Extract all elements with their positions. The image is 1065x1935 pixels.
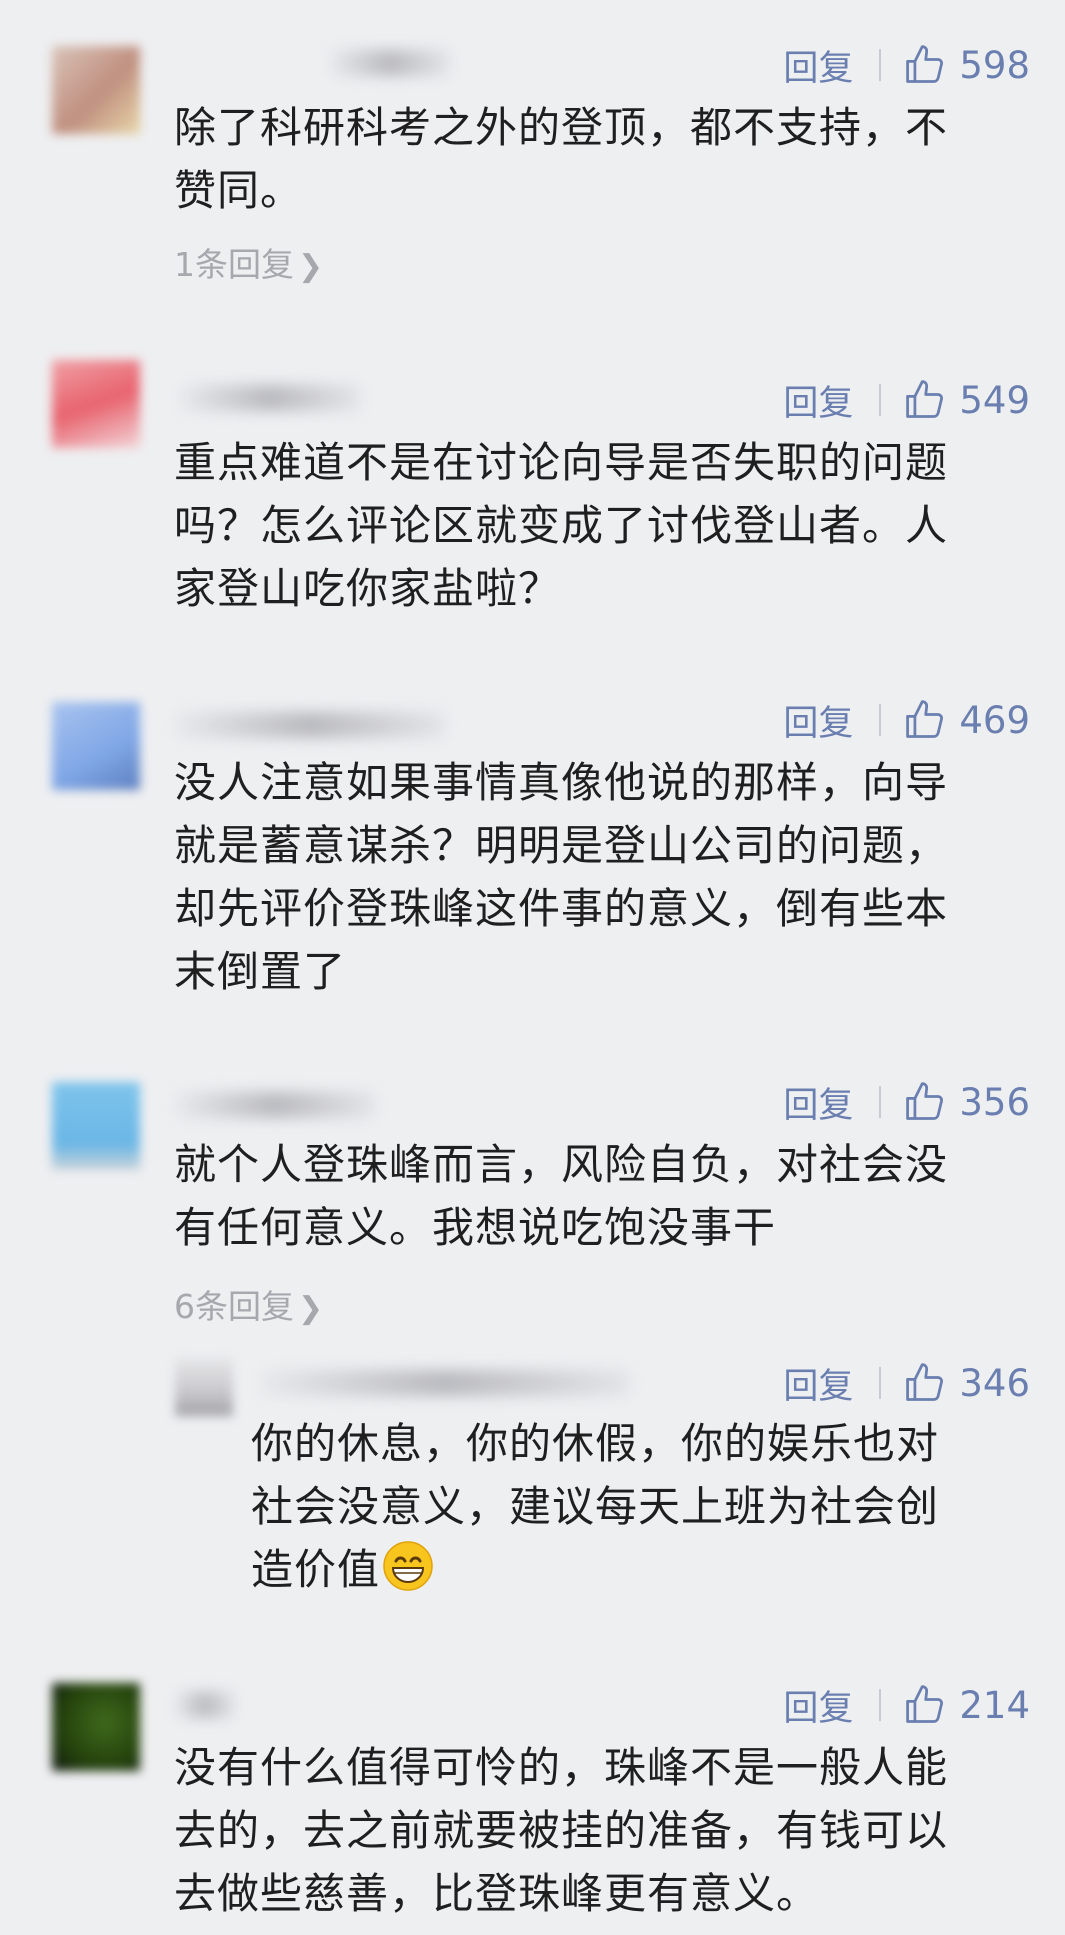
like-count: 549	[959, 378, 1030, 422]
thumbs-up-icon	[906, 1363, 944, 1401]
text-line: 去的，去之前就要被挂的准备，有钱可以	[174, 1806, 949, 1855]
like-count: 346	[959, 1361, 1030, 1405]
text-line: 除了科研科考之外的登顶，都不支持，不	[174, 103, 949, 152]
reply-button[interactable]: 回复	[783, 375, 853, 426]
like-button[interactable]: 549	[903, 378, 1030, 422]
comment-text: 你的休息，你的休假，你的娱乐也对 社会没意义，建议每天上班为社会创 造价值	[251, 1412, 1011, 1601]
avatar[interactable]	[52, 360, 140, 448]
text-line: 却先评价登珠峰这件事的意义，倒有些本	[174, 884, 949, 933]
like-button[interactable]: 356	[903, 1080, 1030, 1124]
divider	[879, 704, 882, 736]
divider	[879, 1689, 882, 1721]
like-button[interactable]: 214	[903, 1683, 1030, 1727]
text-line: 末倒置了	[174, 947, 347, 996]
comment-actions: 回复 549	[783, 375, 1030, 425]
divider	[879, 1086, 882, 1118]
comment-text: 就个人登珠峰而言，风险自负，对社会没 有任何意义。我想说吃饱没事干	[174, 1133, 1024, 1259]
replies-count: 1条回复	[174, 245, 294, 284]
username[interactable]	[175, 712, 445, 738]
text-line: 社会没意义，建议每天上班为社会创	[251, 1482, 940, 1531]
reply-button[interactable]: 回复	[783, 1358, 853, 1409]
text-line: 重点难道不是在讨论向导是否失职的问题	[174, 438, 949, 487]
text-line: 没有什么值得可怜的，珠峰不是一般人能	[174, 1743, 949, 1792]
username[interactable]	[175, 1092, 375, 1118]
like-button[interactable]: 469	[903, 698, 1030, 742]
comment-actions: 回复 598	[783, 40, 1030, 90]
reply-button[interactable]: 回复	[783, 1077, 853, 1128]
grinning-face-icon	[383, 1541, 433, 1591]
like-count: 469	[959, 698, 1030, 742]
divider	[879, 1367, 882, 1399]
comment-text: 重点难道不是在讨论向导是否失职的问题 吗？怎么评论区就变成了讨伐登山者。人 家登…	[174, 431, 1024, 620]
thumbs-up-icon	[906, 1082, 944, 1120]
thumbs-up-icon	[906, 45, 944, 83]
text-line: 赞同。	[174, 166, 304, 215]
like-count: 356	[959, 1080, 1030, 1124]
text-line: 家登山吃你家盐啦？	[174, 564, 562, 613]
avatar[interactable]	[52, 1683, 140, 1771]
like-count: 598	[959, 43, 1030, 87]
chevron-right-icon: ❯	[298, 1291, 324, 1326]
reply-button[interactable]: 回复	[783, 695, 853, 746]
avatar[interactable]	[175, 1358, 233, 1416]
thumbs-up-icon	[906, 700, 944, 738]
comment-text: 没人注意如果事情真像他说的那样，向导 就是蓄意谋杀？明明是登山公司的问题， 却先…	[174, 751, 1024, 1003]
comment-actions: 回复 356	[783, 1077, 1030, 1127]
reply-button[interactable]: 回复	[783, 40, 853, 91]
text-line: 就个人登珠峰而言，风险自负，对社会没	[174, 1140, 949, 1189]
text-line-content: 造价值	[251, 1545, 381, 1594]
comment-text: 没有什么值得可怜的，珠峰不是一般人能 去的，去之前就要被挂的准备，有钱可以 去做…	[174, 1736, 1024, 1925]
comment-actions: 回复 469	[783, 695, 1030, 745]
divider	[879, 49, 882, 81]
avatar[interactable]	[52, 46, 140, 134]
text-line: 有任何意义。我想说吃饱没事干	[174, 1203, 777, 1252]
divider	[879, 384, 882, 416]
avatar[interactable]	[52, 1082, 140, 1170]
username[interactable]	[330, 50, 450, 76]
username[interactable]	[260, 1370, 630, 1396]
thumbs-up-icon	[906, 1685, 944, 1723]
text-line: 去做些慈善，比登珠峰更有意义。	[174, 1869, 820, 1918]
text-line: 你的休息，你的休假，你的娱乐也对	[251, 1419, 940, 1468]
comment-text: 除了科研科考之外的登顶，都不支持，不 赞同。	[174, 96, 1024, 222]
text-line: 吗？怎么评论区就变成了讨伐登山者。人	[174, 501, 949, 550]
view-replies-link[interactable]: 6条回复 ❯	[174, 1280, 323, 1328]
reply-button[interactable]: 回复	[783, 1680, 853, 1731]
replies-count: 6条回复	[174, 1287, 294, 1326]
text-line: 没人注意如果事情真像他说的那样，向导	[174, 758, 949, 807]
username[interactable]	[175, 1692, 235, 1718]
like-button[interactable]: 346	[903, 1361, 1030, 1405]
comment-actions: 回复 346	[783, 1358, 1030, 1408]
text-line: 造价值	[251, 1538, 1011, 1601]
username[interactable]	[180, 385, 360, 411]
comment-actions: 回复 214	[783, 1680, 1030, 1730]
thumbs-up-icon	[906, 380, 944, 418]
view-replies-link[interactable]: 1条回复 ❯	[174, 238, 323, 286]
text-line: 就是蓄意谋杀？明明是登山公司的问题，	[174, 821, 949, 870]
chevron-right-icon: ❯	[298, 249, 324, 284]
avatar[interactable]	[52, 702, 140, 790]
like-button[interactable]: 598	[903, 43, 1030, 87]
like-count: 214	[959, 1683, 1030, 1727]
